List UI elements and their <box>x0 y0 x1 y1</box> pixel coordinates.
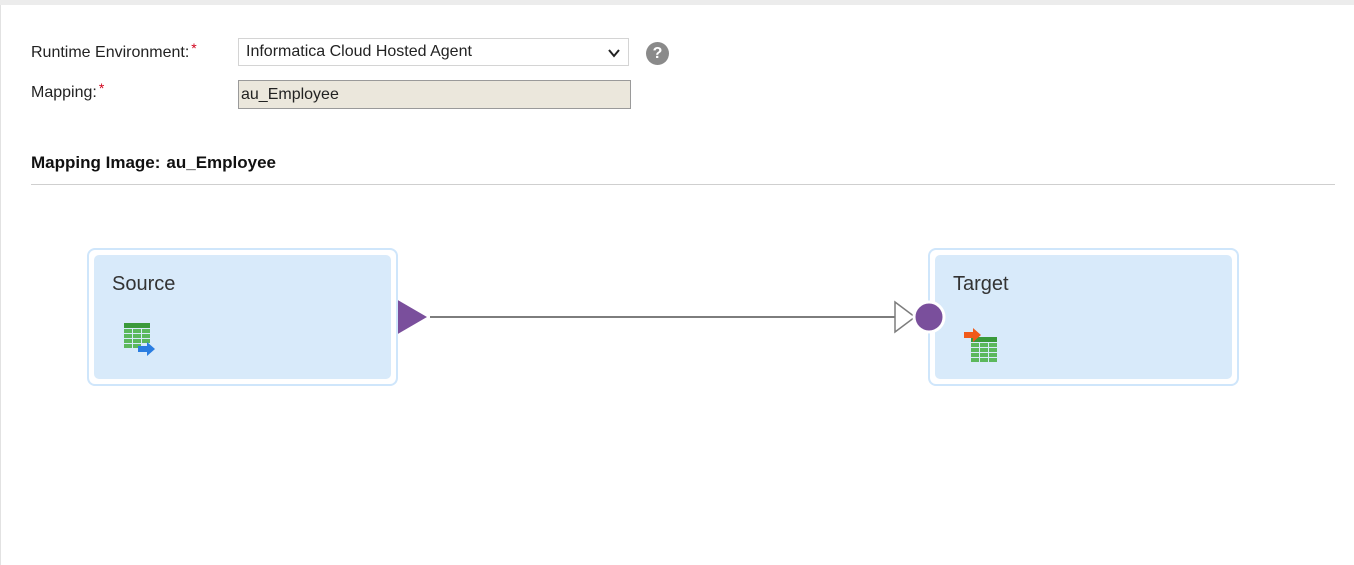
source-node-title: Source <box>112 273 176 295</box>
target-table-icon <box>964 328 997 362</box>
source-table-icon <box>124 323 155 356</box>
source-node-body: Source <box>94 255 391 379</box>
source-output-port-icon <box>396 299 427 335</box>
target-node-body: Target <box>935 255 1232 379</box>
target-node-title: Target <box>953 273 1009 295</box>
target-node[interactable]: Target <box>928 248 1239 386</box>
source-node[interactable]: Source <box>87 248 398 386</box>
target-input-arrow-icon <box>894 300 917 334</box>
